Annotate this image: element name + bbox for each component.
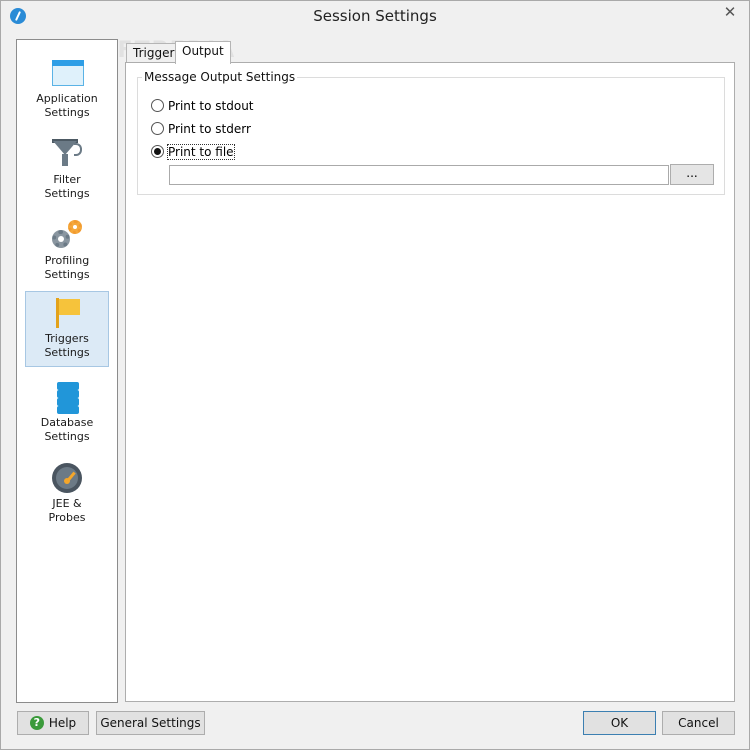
tab-output[interactable]: Output — [175, 41, 231, 64]
funnel-icon — [50, 137, 84, 171]
sidebar-item-database-settings[interactable]: Database Settings — [26, 376, 108, 450]
sidebar-item-jee-probes[interactable]: JEE & Probes — [26, 457, 108, 531]
title-bar: Session Settings ✕ — [1, 1, 749, 32]
browse-button[interactable]: ... — [670, 164, 714, 185]
sidebar-item-profiling-settings[interactable]: Profiling Settings — [26, 214, 108, 288]
radio-label: Print to stdout — [168, 99, 254, 113]
radio-label: Print to file — [167, 144, 235, 160]
gauge-icon — [50, 461, 84, 495]
radio-print-file[interactable]: Print to file — [151, 143, 235, 161]
help-button[interactable]: ? Help — [17, 711, 89, 735]
help-label: Help — [48, 716, 77, 730]
sidebar-item-label: Database Settings — [40, 416, 94, 443]
output-tab-panel: Message Output Settings Print to stdout … — [125, 62, 735, 702]
sidebar-item-label: JEE & Probes — [48, 497, 86, 524]
application-window-icon — [50, 56, 84, 90]
close-button[interactable]: ✕ — [713, 2, 747, 22]
message-output-group: Message Output Settings Print to stdout … — [137, 70, 725, 195]
window-title: Session Settings — [313, 7, 437, 25]
ok-button[interactable]: OK — [583, 711, 656, 735]
cancel-button[interactable]: Cancel — [662, 711, 735, 735]
radio-label: Print to stderr — [168, 122, 251, 136]
radio-button-checked[interactable] — [151, 145, 164, 158]
settings-sidebar: Application Settings Filter Settings Pro… — [16, 39, 118, 703]
radio-button[interactable] — [151, 122, 164, 135]
sidebar-item-label: Triggers Settings — [44, 332, 90, 359]
sidebar-item-label: Filter Settings — [44, 173, 90, 200]
radio-button[interactable] — [151, 99, 164, 112]
session-settings-window: Session Settings ✕ SOFTPEDIA Application… — [0, 0, 750, 750]
general-settings-button[interactable]: General Settings — [96, 711, 205, 735]
flag-icon — [50, 296, 84, 330]
group-title: Message Output Settings — [142, 70, 298, 84]
radio-print-stderr[interactable]: Print to stderr — [151, 120, 251, 138]
sidebar-item-triggers-settings[interactable]: Triggers Settings — [25, 291, 109, 367]
help-icon: ? — [29, 715, 44, 730]
sidebar-item-filter-settings[interactable]: Filter Settings — [26, 133, 108, 207]
file-path-input[interactable] — [169, 165, 669, 185]
database-icon — [50, 380, 84, 414]
sidebar-item-label: Profiling Settings — [44, 254, 90, 281]
gears-icon — [50, 218, 84, 252]
radio-print-stdout[interactable]: Print to stdout — [151, 97, 254, 115]
sidebar-item-label: Application Settings — [36, 92, 98, 119]
sidebar-item-application-settings[interactable]: Application Settings — [26, 52, 108, 126]
